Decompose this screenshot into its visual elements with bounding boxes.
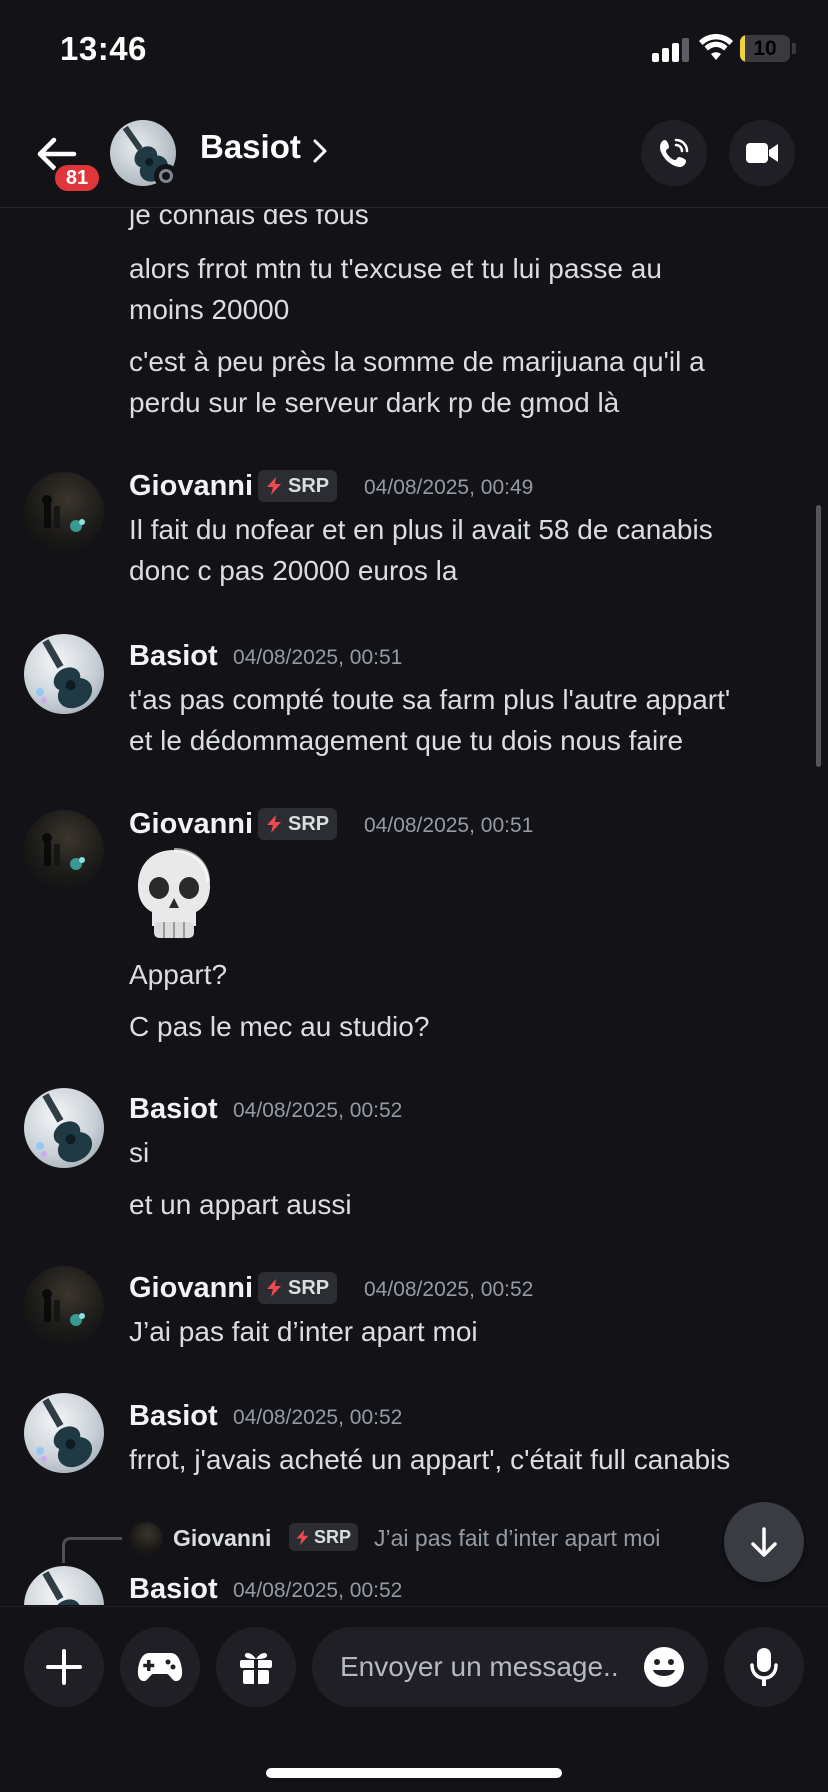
chevron-right-icon[interactable] — [312, 138, 328, 164]
activities-button[interactable] — [120, 1627, 200, 1707]
server-tag[interactable]: SRP — [289, 1523, 359, 1551]
message-author[interactable]: Basiot — [129, 640, 218, 673]
message-composer — [0, 1606, 828, 1792]
status-time: 13:46 — [60, 30, 147, 67]
video-call-button[interactable] — [729, 120, 795, 186]
server-tag[interactable]: SRP — [258, 1272, 338, 1304]
message-text: moins 20000 — [129, 294, 290, 325]
plus-icon — [46, 1649, 82, 1685]
message-text: perdu sur le serveur dark rp de gmod là — [129, 387, 620, 418]
avatar[interactable] — [24, 1266, 104, 1346]
message-timestamp: 04/08/2025, 00:52 — [233, 1579, 403, 1602]
server-tag-label: SRP — [288, 812, 330, 835]
message-text: c'est à peu près la somme de marijuana q… — [129, 346, 705, 377]
message-list[interactable]: je connais des fous alors frrot mtn tu t… — [0, 209, 828, 1605]
message-author[interactable]: Giovanni — [129, 1272, 253, 1305]
status-bar: 13:46 10 — [0, 0, 828, 100]
guitar-icon — [36, 639, 93, 709]
message-author[interactable]: Basiot — [129, 1573, 218, 1605]
message-text: et le dédommagement que tu dois nous fai… — [129, 725, 684, 756]
message-author[interactable]: Giovanni — [129, 470, 253, 503]
avatar[interactable] — [24, 472, 104, 552]
battery-nub — [792, 43, 796, 54]
scrollbar[interactable] — [816, 505, 821, 767]
reply-avatar[interactable] — [129, 1522, 163, 1556]
server-tag[interactable]: SRP — [258, 470, 338, 502]
lightning-icon — [267, 477, 281, 495]
message-text: Il fait du nofear et en plus il avait 58… — [129, 514, 713, 545]
message-timestamp: 04/08/2025, 00:51 — [233, 646, 403, 669]
message-text: alors frrot mtn tu t'excuse et tu lui pa… — [129, 253, 662, 284]
wifi-icon — [699, 34, 733, 60]
avatar[interactable] — [24, 634, 104, 714]
avatar-image — [42, 1289, 85, 1326]
avatar-image — [42, 495, 85, 532]
message-text: donc c pas 20000 euros la — [129, 555, 458, 586]
server-tag-label: SRP — [288, 1276, 330, 1299]
guitar-icon — [36, 1093, 93, 1163]
video-camera-icon — [746, 143, 778, 163]
battery-level: 10 — [753, 37, 777, 60]
microphone-icon — [750, 1648, 778, 1686]
message-text: Appart? — [129, 959, 228, 990]
avatar[interactable] — [24, 1393, 104, 1473]
conversation-header: 81 Basiot — [0, 100, 828, 208]
add-attachment-button[interactable] — [24, 1627, 104, 1707]
message-text: C pas le mec au studio? — [129, 1011, 430, 1042]
server-tag-label: SRP — [314, 1526, 352, 1547]
avatar[interactable] — [24, 810, 104, 890]
reply-author[interactable]: Giovanni — [173, 1525, 271, 1552]
reply-connector — [62, 1537, 122, 1563]
server-tag-label: SRP — [288, 474, 330, 497]
message-timestamp: 04/08/2025, 00:52 — [233, 1099, 403, 1122]
message-text: et un appart aussi — [129, 1189, 352, 1220]
message-author[interactable]: Giovanni — [129, 808, 253, 841]
battery-icon: 10 — [740, 35, 790, 62]
gift-icon — [240, 1652, 272, 1684]
lightning-icon — [267, 1279, 281, 1297]
server-tag[interactable]: SRP — [258, 808, 338, 840]
message-text: t'as pas compté toute sa farm plus l'aut… — [129, 684, 731, 715]
arrow-down-icon — [751, 1527, 777, 1557]
message-timestamp: 04/08/2025, 00:51 — [364, 814, 534, 837]
gamepad-icon — [137, 1653, 183, 1682]
cellular-signal-icon — [652, 38, 690, 62]
lightning-icon — [296, 1529, 309, 1545]
message-text: si — [129, 1137, 150, 1168]
status-indicator — [154, 164, 178, 188]
reply-preview-text[interactable]: J’ai pas fait d’inter apart moi — [374, 1525, 660, 1552]
lightning-icon — [267, 815, 281, 833]
unread-badge: 81 — [52, 162, 102, 194]
message-text: frrot, j'avais acheté un appart', c'étai… — [129, 1444, 731, 1475]
avatar[interactable] — [24, 1088, 104, 1168]
guitar-icon — [42, 1571, 81, 1605]
message-input[interactable] — [340, 1627, 640, 1707]
message-input-wrapper — [312, 1627, 708, 1707]
guitar-icon — [36, 1398, 93, 1468]
message-timestamp: 04/08/2025, 00:52 — [364, 1278, 534, 1301]
message-author[interactable]: Basiot — [129, 1400, 218, 1433]
home-indicator[interactable] — [266, 1768, 562, 1778]
phone-call-icon — [660, 138, 689, 167]
message-timestamp: 04/08/2025, 00:49 — [364, 476, 534, 499]
message-timestamp: 04/08/2025, 00:52 — [233, 1406, 403, 1429]
jump-to-present-button[interactable] — [724, 1502, 804, 1582]
gift-button[interactable] — [216, 1627, 296, 1707]
skull-emoji — [138, 848, 210, 938]
avatar[interactable] — [24, 1566, 104, 1605]
message-author[interactable]: Basiot — [129, 1093, 218, 1126]
avatar-image — [42, 833, 85, 870]
emoji-icon[interactable] — [642, 1645, 686, 1689]
message-text: je connais des fous — [129, 209, 369, 230]
message-text: J’ai pas fait d’inter apart moi — [129, 1316, 478, 1347]
voice-message-button[interactable] — [724, 1627, 804, 1707]
voice-call-button[interactable] — [641, 120, 707, 186]
page-title[interactable]: Basiot — [200, 128, 301, 166]
